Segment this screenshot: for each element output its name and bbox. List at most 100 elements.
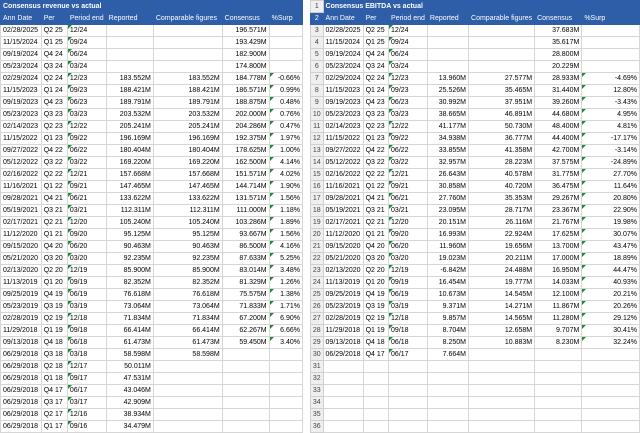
cell-consensus[interactable]: 23.367M [534, 204, 583, 217]
cell-period[interactable]: Q3 17 [40, 396, 68, 409]
cell-reported[interactable]: -6.842M [426, 264, 470, 277]
cell-ann-date[interactable]: 09/19/2023 [0, 96, 42, 109]
cell-surprise[interactable]: -3.43% [581, 96, 640, 109]
cell-ann-date[interactable]: 11/12/2020 [322, 228, 364, 241]
cell-ann-date[interactable]: 05/23/2019 [0, 300, 42, 313]
cell-period[interactable]: Q3 23 [40, 108, 68, 121]
column-header-reported[interactable]: Reported [426, 12, 470, 25]
cell-period[interactable]: Q3 19 [40, 300, 68, 313]
cell-consensus[interactable]: 162.500M [221, 156, 270, 169]
cell-consensus[interactable]: 44.680M [534, 108, 583, 121]
row-number[interactable]: 6 [310, 60, 324, 73]
cell-ann-date[interactable]: 06/29/2018 [322, 348, 364, 361]
cell-period-end[interactable]: 09/24 [66, 36, 107, 49]
cell-ann-date[interactable]: 11/13/2019 [0, 276, 42, 289]
cell-period-end[interactable]: 03/18 [66, 348, 107, 361]
cell-period-end[interactable]: 06/22 [388, 144, 428, 157]
cell-comparable[interactable]: 76.618M [152, 288, 223, 301]
cell-surprise[interactable]: 12.80% [581, 84, 640, 97]
cell-surprise[interactable] [581, 396, 640, 409]
row-number[interactable]: 2 [310, 12, 324, 25]
cell-comparable[interactable]: 66.414M [152, 324, 223, 337]
cell-reported[interactable] [105, 48, 154, 61]
column-header-ann-date[interactable]: Ann Date [0, 12, 42, 25]
cell-period-end[interactable]: 03/22 [388, 156, 428, 169]
cell-ann-date[interactable] [322, 396, 364, 409]
cell-surprise[interactable] [581, 36, 640, 49]
row-number[interactable]: 14 [310, 156, 324, 169]
row-number[interactable]: 25 [310, 288, 324, 301]
cell-consensus[interactable]: 103.286M [221, 216, 270, 229]
cell-period-end[interactable]: 03/20 [388, 252, 428, 265]
cell-reported[interactable]: 13.960M [426, 72, 470, 85]
cell-surprise[interactable]: 0.48% [268, 96, 304, 109]
cell-reported[interactable] [426, 420, 470, 433]
cell-surprise[interactable]: 20.21% [581, 288, 640, 301]
cell-period[interactable]: Q4 21 [40, 192, 68, 205]
cell-consensus[interactable]: 42.700M [534, 144, 583, 157]
row-number[interactable]: 26 [310, 300, 324, 313]
cell-ann-date[interactable]: 11/13/2019 [322, 276, 364, 289]
cell-surprise[interactable]: 3.40% [268, 336, 304, 349]
cell-surprise[interactable] [268, 36, 304, 49]
cell-reported[interactable]: 11.960M [426, 240, 470, 253]
cell-consensus[interactable]: 186.571M [221, 84, 270, 97]
cell-surprise[interactable]: -24.89% [581, 156, 640, 169]
cell-surprise[interactable] [268, 384, 304, 397]
cell-consensus[interactable]: 188.875M [221, 96, 270, 109]
row-number[interactable]: 19 [310, 216, 324, 229]
cell-period[interactable]: Q3 20 [362, 252, 390, 265]
cell-reported[interactable]: 43.046M [105, 384, 154, 397]
cell-comparable[interactable]: 105.240M [152, 216, 223, 229]
cell-reported[interactable] [105, 36, 154, 49]
cell-consensus[interactable]: 75.575M [221, 288, 270, 301]
cell-period-end[interactable]: 09/20 [66, 228, 107, 241]
cell-comparable[interactable]: 188.421M [152, 84, 223, 97]
cell-surprise[interactable] [268, 408, 304, 421]
cell-period[interactable]: Q1 19 [40, 324, 68, 337]
cell-period[interactable]: Q4 23 [40, 96, 68, 109]
cell-surprise[interactable]: 11.64% [581, 180, 640, 193]
cell-consensus[interactable]: 35.617M [534, 36, 583, 49]
cell-period-end[interactable]: 09/23 [66, 84, 107, 97]
cell-period[interactable]: Q3 20 [40, 252, 68, 265]
cell-reported[interactable]: 147.465M [105, 180, 154, 193]
row-number[interactable]: 12 [310, 132, 324, 145]
cell-period-end[interactable]: 06/17 [388, 348, 428, 361]
cell-comparable[interactable] [152, 384, 223, 397]
cell-ann-date[interactable]: 02/17/2021 [0, 216, 42, 229]
cell-ann-date[interactable]: 11/15/2023 [322, 84, 364, 97]
cell-ann-date[interactable] [322, 372, 364, 385]
cell-consensus[interactable]: 8.230M [534, 336, 583, 349]
cell-ann-date[interactable]: 11/16/2021 [0, 180, 42, 193]
cell-comparable[interactable] [152, 420, 223, 433]
cell-reported[interactable]: 25.526M [426, 84, 470, 97]
cell-period-end[interactable]: 03/20 [66, 252, 107, 265]
cell-consensus[interactable]: 86.500M [221, 240, 270, 253]
cell-ann-date[interactable] [322, 420, 364, 433]
cell-consensus[interactable] [221, 408, 270, 421]
cell-comparable[interactable] [468, 372, 536, 385]
cell-reported[interactable]: 42.909M [105, 396, 154, 409]
cell-surprise[interactable]: 1.18% [268, 204, 304, 217]
cell-comparable[interactable]: 35.353M [468, 192, 536, 205]
cell-ann-date[interactable]: 11/15/2022 [0, 132, 42, 145]
cell-period-end[interactable]: 12/18 [66, 312, 107, 325]
column-header-reported[interactable]: Reported [105, 12, 154, 25]
cell-reported[interactable]: 30.992M [426, 96, 470, 109]
cell-surprise[interactable]: 43.47% [581, 240, 640, 253]
cell-consensus[interactable]: 62.267M [221, 324, 270, 337]
cell-period-end[interactable]: 09/22 [66, 132, 107, 145]
cell-comparable[interactable] [152, 360, 223, 373]
cell-reported[interactable]: 33.855M [426, 144, 470, 157]
cell-surprise[interactable]: 6.66% [268, 324, 304, 337]
cell-ann-date[interactable]: 05/23/2024 [0, 60, 42, 73]
cell-period-end[interactable]: 12/22 [66, 120, 107, 133]
cell-surprise[interactable] [581, 348, 640, 361]
cell-period-end[interactable]: 12/19 [388, 264, 428, 277]
cell-reported[interactable]: 8.704M [426, 324, 470, 337]
cell-period[interactable]: Q1 17 [40, 420, 68, 433]
cell-surprise[interactable]: 0.47% [268, 120, 304, 133]
cell-consensus[interactable] [534, 396, 583, 409]
cell-consensus[interactable] [221, 372, 270, 385]
